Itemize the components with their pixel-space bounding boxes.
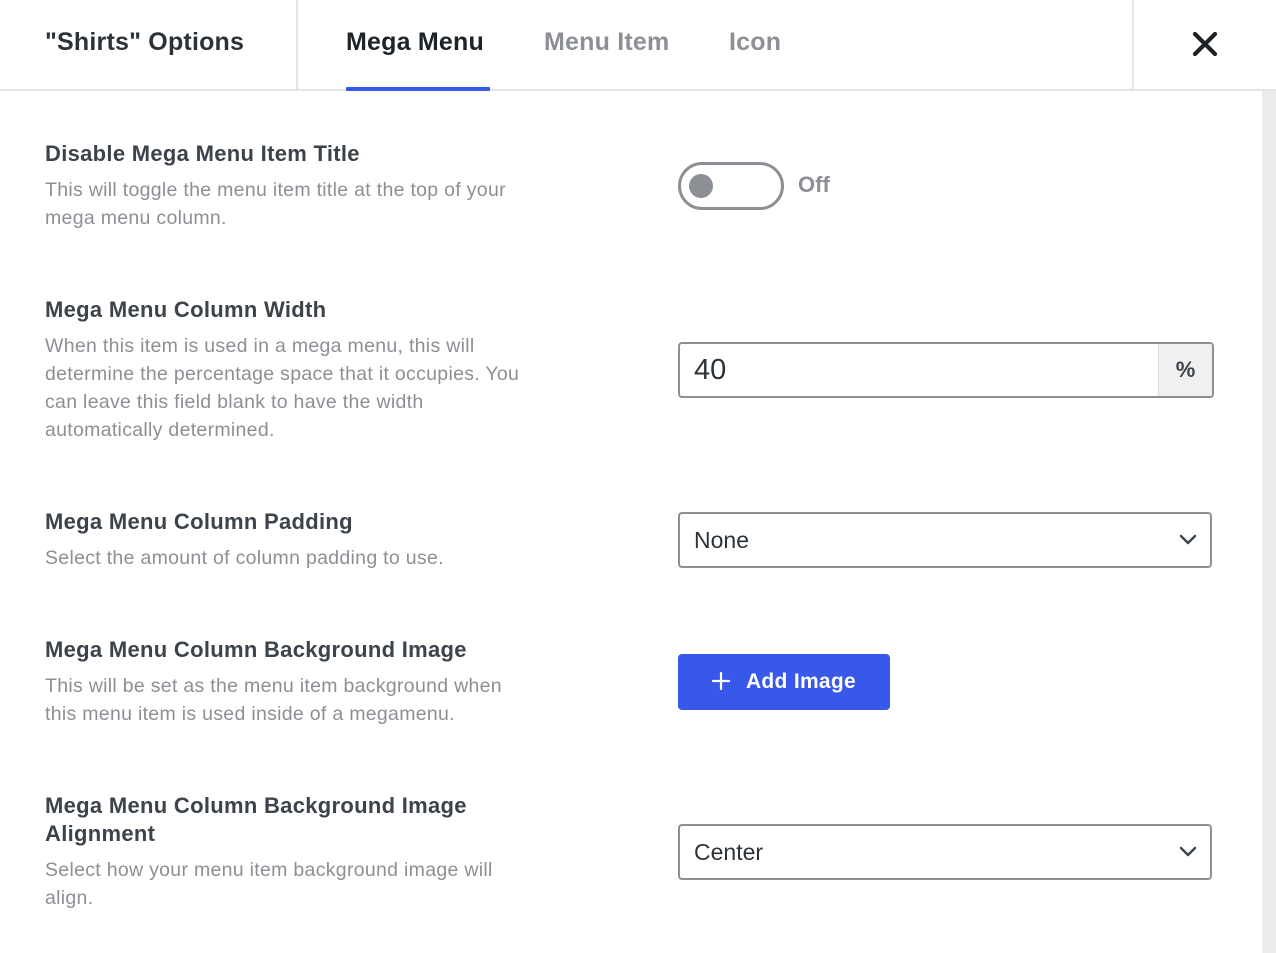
- label-line: Alignment: [45, 821, 156, 846]
- setting-label: Mega Menu Column Width: [45, 297, 327, 322]
- description-line: align.: [45, 887, 94, 909]
- setting-label: Mega Menu Column Padding: [45, 509, 353, 534]
- header-divider: [1132, 0, 1134, 89]
- column-width-field: %: [678, 342, 1214, 398]
- description-line: can leave this field blank to have the w…: [45, 391, 424, 413]
- setting-label: Mega Menu Column Background Image: [45, 637, 467, 662]
- column-width-input[interactable]: [680, 344, 1160, 396]
- description-line: This will toggle the menu item title at …: [45, 179, 506, 201]
- bg-alignment-select[interactable]: Center: [678, 824, 1212, 880]
- modal-header: "Shirts" Options Mega Menu Menu Item Ico…: [0, 0, 1276, 91]
- disable-title-toggle[interactable]: [678, 162, 784, 210]
- column-padding-select[interactable]: None: [678, 512, 1212, 568]
- header-divider: [296, 0, 298, 89]
- description-line: Select the amount of column padding to u…: [45, 547, 444, 569]
- description-line: automatically determined.: [45, 419, 275, 441]
- setting-disable-title: Disable Mega Menu Item Title This will t…: [45, 140, 1215, 232]
- setting-description: Select the amount of column padding to u…: [45, 544, 590, 572]
- setting-description: Select how your menu item background ima…: [45, 856, 590, 912]
- setting-label: Disable Mega Menu Item Title: [45, 141, 360, 166]
- percent-unit-label: %: [1158, 344, 1212, 396]
- label-line: Mega Menu Column Background Image: [45, 793, 467, 818]
- scrollbar[interactable]: [1262, 91, 1276, 953]
- setting-description: When this item is used in a mega menu, t…: [45, 332, 590, 444]
- setting-description: This will toggle the menu item title at …: [45, 176, 590, 232]
- setting-label: Mega Menu Column Background Image Alignm…: [45, 792, 590, 848]
- close-icon: [1192, 31, 1218, 57]
- toggle-knob: [689, 174, 713, 198]
- active-tab-indicator: [346, 87, 490, 91]
- tab-mega-menu[interactable]: Mega Menu: [346, 28, 484, 57]
- add-image-button[interactable]: Add Image: [678, 654, 890, 710]
- setting-description: This will be set as the menu item backgr…: [45, 672, 590, 728]
- modal-title: "Shirts" Options: [45, 28, 245, 56]
- description-line: determine the percentage space that it o…: [45, 363, 520, 385]
- select-value: Center: [694, 839, 764, 865]
- description-line: When this item is used in a mega menu, t…: [45, 335, 475, 357]
- select-value: None: [694, 527, 749, 553]
- tab-menu-item[interactable]: Menu Item: [544, 28, 669, 57]
- chevron-down-icon: [1179, 846, 1197, 857]
- description-line: Select how your menu item background ima…: [45, 859, 493, 881]
- plus-icon: [711, 667, 731, 695]
- description-line: this menu item is used inside of a megam…: [45, 703, 455, 725]
- description-line: mega menu column.: [45, 207, 227, 229]
- tab-icon[interactable]: Icon: [729, 28, 781, 57]
- setting-bg-image: Mega Menu Column Background Image This w…: [45, 636, 1215, 728]
- chevron-down-icon: [1179, 534, 1197, 545]
- toggle-state-label: Off: [798, 172, 830, 197]
- close-button[interactable]: [1178, 20, 1232, 68]
- add-image-label: Add Image: [745, 670, 857, 693]
- description-line: This will be set as the menu item backgr…: [45, 675, 502, 697]
